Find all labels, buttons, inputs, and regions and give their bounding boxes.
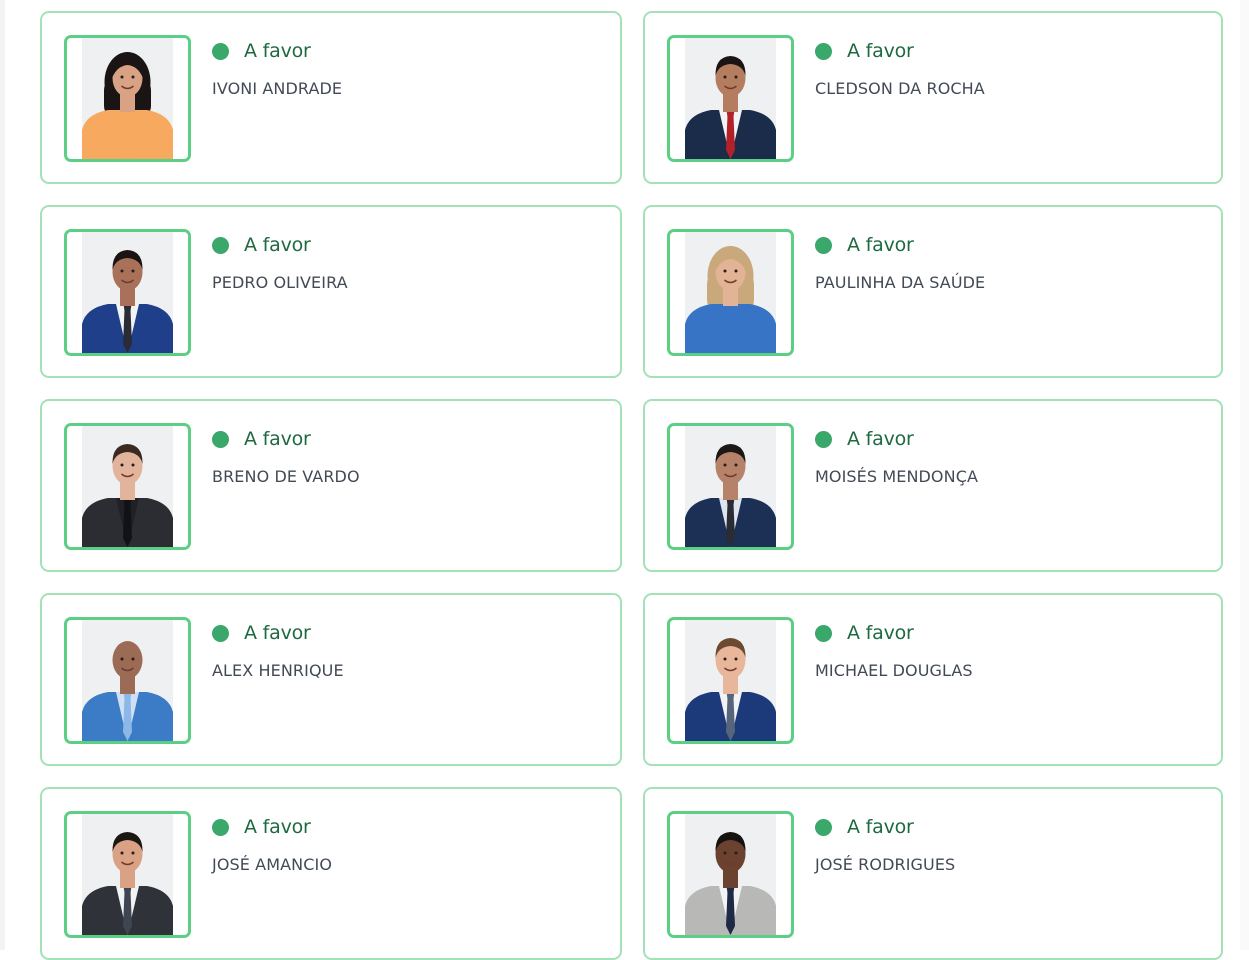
vote-status: A favor [815,234,914,256]
status-dot-icon [815,624,832,642]
vote-status-label: A favor [244,622,311,644]
vote-status: A favor [815,816,914,838]
member-photo [667,617,794,744]
member-card[interactable]: A favor JOSÉ RODRIGUES [643,787,1223,960]
member-card[interactable]: A favor JOSÉ AMANCIO [40,787,622,960]
member-card[interactable]: A favor PAULINHA DA SAÚDE [643,205,1223,378]
vote-status-label: A favor [847,234,914,256]
status-dot-icon [815,430,832,448]
status-dot-icon [212,430,229,448]
member-portrait [82,232,173,353]
member-photo [667,811,794,938]
status-dot-icon [815,818,832,836]
member-portrait [82,38,173,159]
member-photo [667,423,794,550]
member-name: JOSÉ RODRIGUES [815,855,956,874]
member-portrait [685,426,776,547]
page-right-edge [1240,0,1249,950]
member-portrait [685,38,776,159]
member-name: IVONI ANDRADE [212,79,343,98]
member-photo [667,229,794,356]
status-dot-icon [212,236,229,254]
vote-status-label: A favor [847,40,914,62]
member-name: PEDRO OLIVEIRA [212,273,348,292]
member-portrait [685,620,776,741]
member-card[interactable]: A favor CLEDSON DA ROCHA [643,11,1223,184]
status-dot-icon [212,624,229,642]
member-name: BRENO DE VARDO [212,467,360,486]
member-card[interactable]: A favor MOISÉS MENDONÇA [643,399,1223,572]
member-card[interactable]: A favor BRENO DE VARDO [40,399,622,572]
member-name: MOISÉS MENDONÇA [815,467,979,486]
member-name: ALEX HENRIQUE [212,661,344,680]
vote-status: A favor [212,816,311,838]
member-portrait [685,814,776,935]
member-photo [667,35,794,162]
page-left-edge [0,0,5,950]
member-photo [64,229,191,356]
member-card[interactable]: A favor ALEX HENRIQUE [40,593,622,766]
vote-status-label: A favor [244,40,311,62]
vote-status-label: A favor [244,428,311,450]
member-portrait [685,232,776,353]
member-photo [64,617,191,744]
member-card[interactable]: A favor MICHAEL DOUGLAS [643,593,1223,766]
voting-members-grid: A favor IVONI ANDRADE A favor CLEDSON DA… [40,11,1223,960]
vote-status-label: A favor [244,816,311,838]
vote-status: A favor [815,622,914,644]
status-dot-icon [212,42,229,60]
vote-status-label: A favor [847,428,914,450]
member-name: JOSÉ AMANCIO [212,855,333,874]
member-portrait [82,814,173,935]
member-card[interactable]: A favor PEDRO OLIVEIRA [40,205,622,378]
member-name: PAULINHA DA SAÚDE [815,273,986,292]
vote-status: A favor [212,428,311,450]
vote-status: A favor [212,40,311,62]
vote-status-label: A favor [244,234,311,256]
member-name: CLEDSON DA ROCHA [815,79,985,98]
vote-status: A favor [815,428,914,450]
member-portrait [82,426,173,547]
vote-status: A favor [212,234,311,256]
vote-status-label: A favor [847,816,914,838]
member-photo [64,811,191,938]
vote-status-label: A favor [847,622,914,644]
vote-status: A favor [212,622,311,644]
vote-status: A favor [815,40,914,62]
status-dot-icon [212,818,229,836]
member-photo [64,423,191,550]
member-portrait [82,620,173,741]
status-dot-icon [815,236,832,254]
member-photo [64,35,191,162]
member-name: MICHAEL DOUGLAS [815,661,973,680]
member-card[interactable]: A favor IVONI ANDRADE [40,11,622,184]
status-dot-icon [815,42,832,60]
